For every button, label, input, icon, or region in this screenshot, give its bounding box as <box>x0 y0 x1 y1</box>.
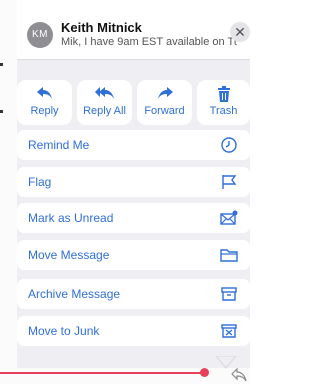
reply-icon <box>17 86 72 102</box>
trash-icon <box>197 86 250 102</box>
reply-all-button[interactable]: Reply All <box>77 80 132 125</box>
forward-icon <box>137 86 192 102</box>
menu-item-label: Archive Message <box>28 287 121 301</box>
background-mark <box>0 110 3 113</box>
menu-item-flag[interactable]: Flag <box>17 167 250 197</box>
flag-icon <box>220 173 238 191</box>
clock-icon <box>220 136 238 154</box>
reply-button[interactable]: Reply <box>17 80 72 125</box>
avatar: KM <box>27 22 53 48</box>
menu-item-label: Move Message <box>28 248 110 262</box>
reply-toolbar-icon[interactable] <box>231 367 247 382</box>
close-button[interactable]: ✕ <box>230 22 250 42</box>
message-preview: Mik, I have 9am EST available on Tues... <box>61 36 237 48</box>
sender-name: Keith Mitnick <box>61 20 142 35</box>
forward-button[interactable]: Forward <box>137 80 192 125</box>
folder-icon <box>220 246 238 264</box>
reply-all-label: Reply All <box>83 105 126 117</box>
menu-item-move-message[interactable]: Move Message <box>17 240 250 270</box>
menu-item-archive-message[interactable]: Archive Message <box>17 279 250 309</box>
archive-box-icon <box>220 285 238 303</box>
reply-label: Reply <box>30 105 59 117</box>
message-header: KM Keith Mitnick Mik, I have 9am EST ava… <box>17 0 250 60</box>
annotation-line <box>0 372 205 374</box>
background-mark <box>0 63 3 66</box>
menu-item-label: Remind Me <box>28 138 90 152</box>
message-actions-sheet: KM Keith Mitnick Mik, I have 9am EST ava… <box>17 0 250 368</box>
forward-label: Forward <box>144 105 185 117</box>
menu-item-label: Mark as Unread <box>28 211 114 225</box>
quick-actions: Reply Reply All Forward Trash <box>17 80 250 125</box>
unread-envelope-icon <box>220 209 238 227</box>
menu-item-label: Flag <box>28 175 52 189</box>
menu-item-move-to-junk[interactable]: Move to Junk <box>17 316 250 346</box>
close-icon: ✕ <box>234 24 246 40</box>
reply-all-icon <box>77 86 132 102</box>
annotation-dot <box>200 368 209 377</box>
menu-item-remind-me[interactable]: Remind Me <box>17 130 250 160</box>
menu-item-label: Move to Junk <box>28 324 100 338</box>
trash-button[interactable]: Trash <box>197 80 250 125</box>
junk-bin-icon <box>220 322 238 340</box>
menu-item-mark-as-unread[interactable]: Mark as Unread <box>17 203 250 233</box>
trash-label: Trash <box>209 105 238 117</box>
